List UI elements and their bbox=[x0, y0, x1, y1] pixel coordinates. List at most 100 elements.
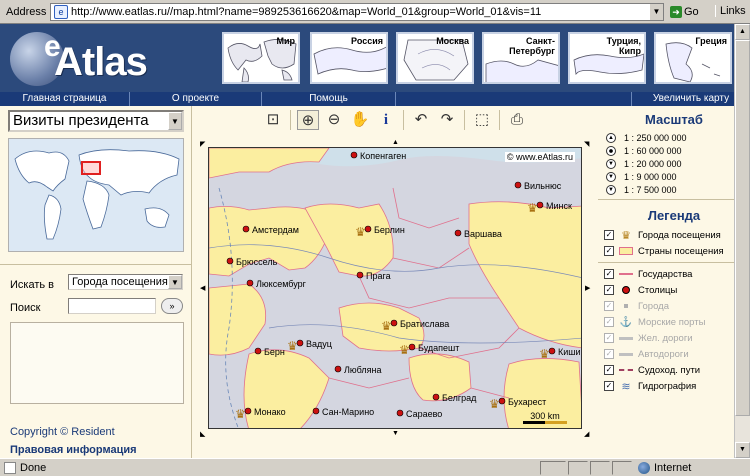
visited-eagle-icon[interactable]: ♛ bbox=[539, 347, 550, 361]
visited-eagle-icon[interactable]: ♛ bbox=[235, 407, 246, 421]
visited-eagle-icon[interactable]: ♛ bbox=[381, 319, 392, 333]
clear-selection-icon[interactable]: ⬚ bbox=[471, 110, 493, 130]
pan-east-arrow[interactable]: ▶ bbox=[585, 284, 590, 292]
capital-dot[interactable] bbox=[432, 393, 440, 401]
pan-south-arrow[interactable]: ▼ bbox=[392, 430, 399, 437]
legend-checkbox[interactable]: ✓ bbox=[604, 301, 614, 311]
thumb-russia[interactable]: Россия bbox=[310, 32, 388, 84]
capital-dot[interactable] bbox=[548, 347, 556, 355]
capital-marker[interactable]: Люксембург bbox=[246, 279, 307, 289]
capital-dot[interactable] bbox=[396, 409, 404, 417]
eatlas-logo[interactable]: e Atlas bbox=[6, 30, 181, 90]
pan-southeast-arrow[interactable]: ◢ bbox=[584, 430, 589, 438]
links-button[interactable]: Links bbox=[715, 5, 746, 17]
zoom-out-icon[interactable]: ⊖ bbox=[323, 110, 345, 130]
pan-northwest-arrow[interactable]: ◤ bbox=[200, 140, 205, 148]
capital-dot[interactable] bbox=[244, 407, 252, 415]
nav-home-link[interactable]: Главная страница bbox=[0, 92, 130, 106]
capital-dot[interactable] bbox=[246, 279, 254, 287]
vertical-scrollbar[interactable]: ▲ ▼ bbox=[734, 24, 750, 458]
visited-eagle-icon[interactable]: ♛ bbox=[527, 201, 538, 215]
url-input[interactable]: e http://www.eatlas.ru//map.html?name=98… bbox=[50, 3, 664, 21]
scale-radio[interactable] bbox=[606, 145, 616, 156]
scale-radio[interactable]: ▼ bbox=[606, 158, 616, 169]
capital-dot[interactable] bbox=[536, 201, 544, 209]
nav-about-link[interactable]: О проекте bbox=[130, 92, 262, 106]
nav-help-link[interactable]: Помощь bbox=[262, 92, 396, 106]
undo-icon[interactable]: ↶ bbox=[410, 110, 432, 130]
legend-checkbox[interactable]: ✓ bbox=[604, 365, 614, 375]
capital-dot[interactable] bbox=[254, 347, 262, 355]
scale-radio[interactable]: ▲ bbox=[606, 132, 616, 143]
capital-dot[interactable] bbox=[312, 407, 320, 415]
scale-option[interactable]: ▼ 1 : 20 000 000 bbox=[598, 157, 750, 170]
scale-option[interactable]: ▼ 1 : 9 000 000 bbox=[598, 170, 750, 183]
europe-map-canvas[interactable]: Копенгаген Вильнюс Минск Амстердам Берлин Вар… bbox=[209, 148, 582, 429]
pan-north-arrow[interactable]: ▲ bbox=[392, 139, 399, 146]
thumb-spb[interactable]: Санкт- Петербург bbox=[482, 32, 560, 84]
pan-northeast-arrow[interactable]: ◥ bbox=[584, 140, 589, 148]
go-button[interactable]: ➜ Go bbox=[670, 3, 708, 21]
pan-west-arrow[interactable]: ◀ bbox=[200, 284, 205, 292]
legal-info-link[interactable]: Правовая информация bbox=[10, 444, 137, 456]
overview-minimap[interactable] bbox=[8, 138, 184, 252]
capital-marker[interactable]: Копенгаген bbox=[350, 151, 406, 161]
legend-checkbox[interactable]: ✓ bbox=[604, 349, 614, 359]
pan-southwest-arrow[interactable]: ◣ bbox=[200, 430, 205, 438]
scroll-thumb[interactable] bbox=[735, 40, 750, 416]
thumb-turkey-cyprus[interactable]: Турция, Кипр bbox=[568, 32, 646, 84]
capital-dot[interactable] bbox=[296, 339, 304, 347]
thumb-moscow[interactable]: Москва bbox=[396, 32, 474, 84]
minimap-viewport-frame[interactable] bbox=[81, 161, 101, 175]
capital-dot[interactable] bbox=[390, 319, 398, 327]
search-in-select[interactable]: Города посещения ▼ bbox=[68, 274, 183, 290]
visited-eagle-icon[interactable]: ♛ bbox=[399, 343, 410, 357]
legend-checkbox[interactable]: ✓ bbox=[604, 317, 614, 327]
redo-icon[interactable]: ↷ bbox=[436, 110, 458, 130]
legend-checkbox[interactable]: ✓ bbox=[604, 246, 614, 256]
capital-dot[interactable] bbox=[364, 225, 372, 233]
nav-enlarge-map-link[interactable]: Увеличить карту bbox=[632, 92, 750, 106]
visited-eagle-icon[interactable]: ♛ bbox=[355, 225, 366, 239]
capital-marker[interactable]: Амстердам bbox=[242, 225, 299, 235]
scroll-up-arrow-icon[interactable]: ▲ bbox=[735, 24, 750, 40]
capital-dot[interactable] bbox=[226, 257, 234, 265]
capital-dot[interactable] bbox=[408, 343, 416, 351]
scale-option[interactable]: ▲ 1 : 250 000 000 bbox=[598, 131, 750, 144]
pan-hand-icon[interactable]: ✋ bbox=[349, 110, 371, 130]
capital-dot[interactable] bbox=[514, 181, 522, 189]
scale-option[interactable]: 1 : 60 000 000 bbox=[598, 144, 750, 157]
legend-checkbox[interactable]: ✓ bbox=[604, 381, 614, 391]
scale-radio[interactable]: ▼ bbox=[606, 184, 616, 195]
visited-eagle-icon[interactable]: ♛ bbox=[287, 339, 298, 353]
url-dropdown-button[interactable]: ▼ bbox=[649, 4, 663, 20]
capital-dot[interactable] bbox=[334, 365, 342, 373]
legend-checkbox[interactable]: ✓ bbox=[604, 230, 614, 240]
search-go-button[interactable]: » bbox=[161, 298, 183, 314]
info-icon[interactable]: i bbox=[375, 110, 397, 130]
scale-option[interactable]: ▼ 1 : 7 500 000 bbox=[598, 183, 750, 196]
search-results-box[interactable] bbox=[10, 322, 184, 404]
capital-dot[interactable] bbox=[454, 229, 462, 237]
legend-checkbox[interactable]: ✓ bbox=[604, 285, 614, 295]
capital-marker[interactable]: Сан-Марино bbox=[312, 407, 374, 417]
scale-radio[interactable]: ▼ bbox=[606, 171, 616, 182]
capital-dot[interactable] bbox=[356, 271, 364, 279]
print-icon[interactable]: ⎙ bbox=[506, 110, 528, 130]
search-input[interactable] bbox=[68, 298, 156, 314]
zoom-in-icon[interactable]: ⊕ bbox=[297, 110, 319, 130]
capital-dot[interactable] bbox=[498, 397, 506, 405]
capital-dot[interactable] bbox=[350, 151, 358, 159]
thumb-greece[interactable]: Греция bbox=[654, 32, 732, 84]
thumb-world[interactable]: Мир bbox=[222, 32, 300, 84]
visited-eagle-icon[interactable]: ♛ bbox=[489, 397, 500, 411]
legend-checkbox[interactable]: ✓ bbox=[604, 333, 614, 343]
capital-dot[interactable] bbox=[242, 225, 250, 233]
legend-checkbox[interactable]: ✓ bbox=[604, 269, 614, 279]
capital-marker[interactable]: Братислава bbox=[390, 319, 449, 329]
main-map[interactable]: Копенгаген Вильнюс Минск Амстердам Берлин Вар… bbox=[208, 147, 582, 429]
map-select[interactable]: Визиты президента ▼ bbox=[8, 110, 184, 132]
scroll-down-arrow-icon[interactable]: ▼ bbox=[735, 442, 750, 458]
zoom-fit-icon[interactable]: ⊡ bbox=[262, 110, 284, 130]
chevron-down-icon[interactable]: ▼ bbox=[168, 112, 182, 130]
